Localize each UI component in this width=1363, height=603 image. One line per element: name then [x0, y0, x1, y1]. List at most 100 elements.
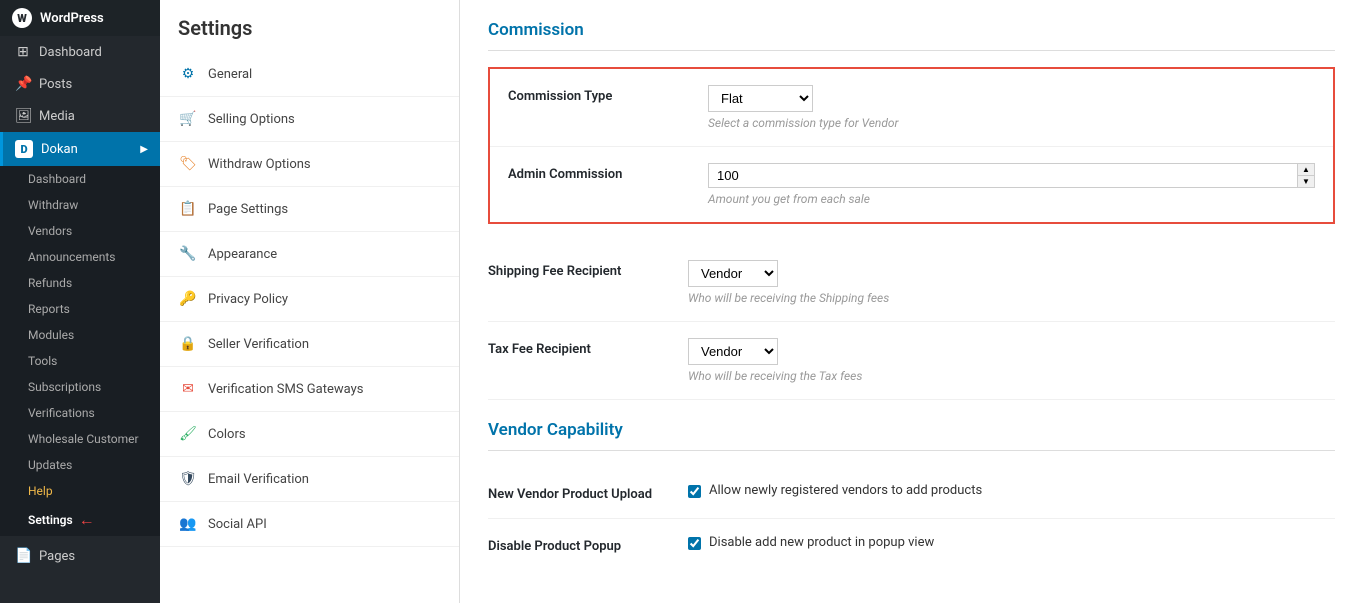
main-content: Commission Commission Type Flat Percenta…	[460, 0, 1363, 603]
tax-fee-hint: Who will be receiving the Tax fees	[688, 369, 1335, 383]
dokan-arrow: ▶	[140, 144, 148, 155]
new-vendor-checkbox-row: Allow newly registered vendors to add pr…	[688, 483, 1335, 498]
submenu-tools[interactable]: Tools	[0, 348, 160, 374]
nav-privacy[interactable]: 🔑 Privacy Policy	[160, 277, 459, 322]
submenu-vendors[interactable]: Vendors	[0, 218, 160, 244]
nav-sms-gateways[interactable]: ✉ Verification SMS Gateways	[160, 367, 459, 412]
nav-withdraw-options[interactable]: 🏷 Withdraw Options	[160, 142, 459, 187]
submenu-withdraw[interactable]: Withdraw	[0, 192, 160, 218]
sidebar-item-pages[interactable]: 📄 Pages	[0, 540, 160, 572]
submenu-help[interactable]: Help	[0, 478, 160, 504]
shipping-fee-control: Vendor Admin Who will be receiving the S…	[688, 260, 1335, 305]
submenu-settings[interactable]: Settings ←	[0, 504, 160, 536]
nav-seller-verification[interactable]: 🔒 Seller Verification	[160, 322, 459, 367]
shipping-fee-row: Shipping Fee Recipient Vendor Admin Who …	[488, 244, 1335, 322]
general-icon: ⚙	[178, 64, 198, 84]
wp-logo: W	[12, 8, 32, 28]
spin-buttons: ▲ ▼	[1297, 164, 1314, 187]
sidebar-item-dokan[interactable]: D Dokan ▶	[0, 132, 160, 166]
spin-up-button[interactable]: ▲	[1298, 164, 1314, 175]
posts-label: Posts	[39, 77, 72, 92]
submenu-wholesale[interactable]: Wholesale Customer	[0, 426, 160, 452]
admin-commission-input[interactable]	[709, 164, 1297, 187]
dokan-submenu: Dashboard Withdraw Vendors Announcements…	[0, 166, 160, 536]
submenu-updates[interactable]: Updates	[0, 452, 160, 478]
new-vendor-checkbox[interactable]	[688, 485, 701, 498]
wp-sidebar: W WordPress ⊞ Dashboard 📌 Posts 🖼 Media …	[0, 0, 160, 603]
nav-general[interactable]: ⚙ General	[160, 52, 459, 97]
nav-selling-options[interactable]: 🛒 Selling Options	[160, 97, 459, 142]
disable-popup-row: Disable Product Popup Disable add new pr…	[488, 519, 1335, 570]
disable-popup-control: Disable add new product in popup view	[688, 535, 1335, 550]
nav-social-label: Social API	[208, 517, 267, 532]
nav-appearance[interactable]: 🔧 Appearance	[160, 232, 459, 277]
nav-social-api[interactable]: 👥 Social API	[160, 502, 459, 547]
settings-label: Settings	[28, 513, 73, 527]
dashboard-icon: ⊞	[15, 44, 31, 60]
settings-nav: Settings ⚙ General 🛒 Selling Options 🏷 W…	[160, 0, 460, 603]
new-vendor-control: Allow newly registered vendors to add pr…	[688, 483, 1335, 498]
spin-down-button[interactable]: ▼	[1298, 175, 1314, 187]
media-icon: 🖼	[15, 108, 31, 124]
nav-sms-label: Verification SMS Gateways	[208, 382, 363, 397]
admin-commission-label: Admin Commission	[508, 163, 708, 182]
dokan-label: Dokan	[41, 142, 78, 157]
nav-page-settings[interactable]: 📋 Page Settings	[160, 187, 459, 232]
admin-commission-hint: Amount you get from each sale	[708, 192, 1315, 206]
tax-fee-select[interactable]: Vendor Admin	[688, 338, 778, 365]
submenu-subscriptions[interactable]: Subscriptions	[0, 374, 160, 400]
commission-type-select[interactable]: Flat Percentage Fixed	[708, 85, 813, 112]
nav-colors[interactable]: 🖌 Colors	[160, 412, 459, 457]
commission-box: Commission Type Flat Percentage Fixed Se…	[488, 67, 1335, 224]
dokan-icon: D	[15, 140, 33, 158]
shipping-fee-hint: Who will be receiving the Shipping fees	[688, 291, 1335, 305]
new-vendor-label: New Vendor Product Upload	[488, 483, 688, 502]
wp-top-bar: W WordPress	[0, 0, 160, 36]
seller-verification-icon: 🔒	[178, 334, 198, 354]
submenu-refunds[interactable]: Refunds	[0, 270, 160, 296]
commission-type-control: Flat Percentage Fixed Select a commissio…	[708, 85, 1315, 130]
pages-icon: 📄	[15, 548, 31, 564]
page-settings-icon: 📋	[178, 199, 198, 219]
dashboard-label: Dashboard	[39, 45, 102, 60]
wp-site-name: WordPress	[40, 11, 104, 26]
disable-popup-checkbox[interactable]	[688, 537, 701, 550]
appearance-icon: 🔧	[178, 244, 198, 264]
nav-email-verification[interactable]: 🛡 Email Verification	[160, 457, 459, 502]
sidebar-item-posts[interactable]: 📌 Posts	[0, 68, 160, 100]
submenu-dashboard[interactable]: Dashboard	[0, 166, 160, 192]
vendor-cap-title: Vendor Capability	[488, 420, 1335, 451]
commission-section-title: Commission	[488, 20, 1335, 51]
nav-general-label: General	[208, 67, 252, 82]
admin-commission-control: ▲ ▼ Amount you get from each sale	[708, 163, 1315, 206]
admin-commission-row: Admin Commission ▲ ▼ Amount you get from…	[490, 147, 1333, 222]
nav-email-label: Email Verification	[208, 472, 309, 487]
nav-page-settings-label: Page Settings	[208, 202, 288, 217]
selling-icon: 🛒	[178, 109, 198, 129]
nav-selling-label: Selling Options	[208, 112, 295, 127]
shipping-fee-select[interactable]: Vendor Admin	[688, 260, 778, 287]
nav-seller-verification-label: Seller Verification	[208, 337, 309, 352]
withdraw-icon: 🏷	[178, 154, 198, 174]
social-api-icon: 👥	[178, 514, 198, 534]
posts-icon: 📌	[15, 76, 31, 92]
submenu-reports[interactable]: Reports	[0, 296, 160, 322]
shipping-fee-label: Shipping Fee Recipient	[488, 260, 688, 279]
nav-withdraw-label: Withdraw Options	[208, 157, 311, 172]
commission-type-label: Commission Type	[508, 85, 708, 104]
disable-popup-checkbox-row: Disable add new product in popup view	[688, 535, 1335, 550]
sidebar-item-dashboard[interactable]: ⊞ Dashboard	[0, 36, 160, 68]
new-vendor-checkbox-label: Allow newly registered vendors to add pr…	[709, 483, 982, 498]
submenu-verifications[interactable]: Verifications	[0, 400, 160, 426]
nav-colors-label: Colors	[208, 427, 246, 442]
disable-popup-checkbox-label: Disable add new product in popup view	[709, 535, 934, 550]
disable-popup-label: Disable Product Popup	[488, 535, 688, 554]
submenu-announcements[interactable]: Announcements	[0, 244, 160, 270]
sidebar-item-media[interactable]: 🖼 Media	[0, 100, 160, 132]
nav-privacy-label: Privacy Policy	[208, 292, 288, 307]
pages-label: Pages	[39, 549, 75, 564]
submenu-modules[interactable]: Modules	[0, 322, 160, 348]
commission-type-hint: Select a commission type for Vendor	[708, 116, 1315, 130]
admin-commission-input-wrapper: ▲ ▼	[708, 163, 1315, 188]
settings-arrow-icon: ←	[79, 510, 95, 530]
